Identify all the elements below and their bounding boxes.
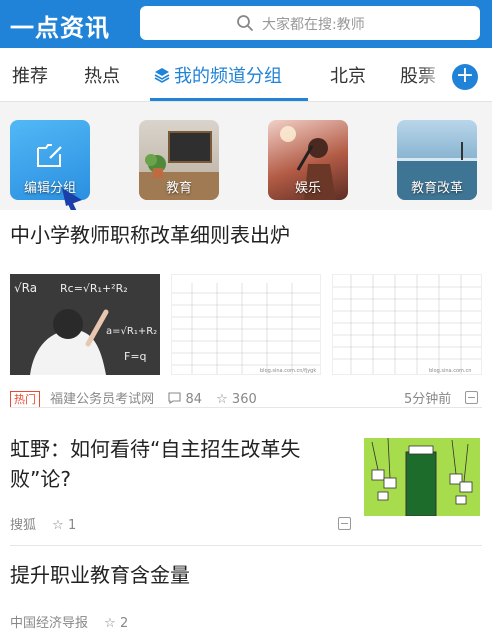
search-placeholder: 大家都在搜:教师 bbox=[262, 17, 365, 33]
app-logo: 一点资讯 bbox=[10, 14, 110, 42]
article-thumbnail: blog.sina.com.cn/fjygk bbox=[171, 274, 321, 375]
article-thumbnail: blog.sina.com.cn bbox=[332, 274, 482, 375]
article-title[interactable]: 提升职业教育含金量 bbox=[10, 560, 190, 590]
tab-fade bbox=[420, 48, 454, 100]
thumb-formula: Rc=√R₁+²R₂ bbox=[60, 282, 128, 295]
search-bar[interactable]: 大家都在搜:教师 bbox=[140, 6, 480, 40]
tile-label: 教育 bbox=[165, 181, 192, 196]
blackboard-image: √Ra Rc=√R₁+²R₂ F=q a=√R₁+R₂ bbox=[10, 274, 160, 375]
tab-beijing[interactable]: 北京 bbox=[330, 62, 366, 88]
tile-label: 娱乐 bbox=[294, 181, 321, 196]
article-source[interactable]: 搜狐 bbox=[10, 518, 36, 533]
star-icon: ☆ bbox=[216, 392, 228, 407]
add-channel-button[interactable]: + bbox=[452, 64, 478, 90]
table-image: blog.sina.com.cn/fjygk bbox=[172, 283, 320, 374]
article-meta: 中国经济导报 ☆ 2 bbox=[10, 612, 128, 631]
dismiss-button[interactable] bbox=[338, 517, 351, 530]
channel-tile-education[interactable]: 教育 bbox=[139, 120, 219, 200]
comment-icon bbox=[168, 392, 181, 405]
thumb-formula: a=√R₁+R₂ bbox=[106, 326, 157, 337]
channel-tabs: 推荐 热点 我的频道分组 北京 股票 bbox=[0, 48, 492, 102]
thumb-formula: √Ra bbox=[14, 281, 37, 295]
article-meta: 搜狐 ☆ 1 bbox=[10, 514, 76, 533]
article-source[interactable]: 福建公务员考试网 bbox=[50, 392, 154, 407]
article-time: 5分钟前 bbox=[404, 392, 452, 407]
article-title[interactable]: 中小学教师职称改革细则表出炉 bbox=[10, 220, 290, 250]
cartoon-image bbox=[364, 438, 480, 516]
search-icon bbox=[237, 15, 253, 31]
thumb-watermark: blog.sina.com.cn bbox=[429, 368, 471, 374]
article-thumbnail: √Ra Rc=√R₁+²R₂ F=q a=√R₁+R₂ bbox=[10, 274, 160, 375]
tab-label: 我的频道分组 bbox=[174, 66, 282, 87]
tab-hot[interactable]: 热点 bbox=[84, 62, 120, 88]
tab-recommend[interactable]: 推荐 bbox=[12, 62, 48, 88]
star-icon: ☆ bbox=[52, 518, 64, 533]
like-count: 360 bbox=[231, 392, 257, 407]
article-card[interactable]: 中小学教师职称改革细则表出炉 √Ra Rc=√R₁+²R₂ F=q a=√R₁+… bbox=[0, 210, 492, 408]
article-thumbnail bbox=[364, 438, 480, 516]
channel-tile-entertainment[interactable]: 娱乐 bbox=[268, 120, 348, 200]
top-bar: 一点资讯 大家都在搜:教师 bbox=[0, 0, 492, 48]
article-source[interactable]: 中国经济导报 bbox=[10, 616, 88, 631]
thumb-watermark: blog.sina.com.cn/fjygk bbox=[260, 368, 316, 374]
edit-folder-icon bbox=[37, 144, 62, 167]
dismiss-button[interactable] bbox=[465, 391, 478, 404]
article-title[interactable]: 虹野：如何看待“自主招生改革失败”论? bbox=[10, 434, 350, 494]
comment-count: 84 bbox=[185, 392, 202, 407]
star-icon: ☆ bbox=[104, 616, 116, 631]
article-card[interactable]: 虹野：如何看待“自主招生改革失败”论? 搜狐 ☆ 1 bbox=[0, 408, 492, 546]
tab-my-channel-groups[interactable]: 我的频道分组 bbox=[154, 62, 282, 88]
thumb-formula: F=q bbox=[124, 350, 147, 363]
table-image: blog.sina.com.cn bbox=[333, 275, 481, 374]
like-count: 2 bbox=[119, 616, 129, 631]
hot-badge: 热门 bbox=[10, 391, 40, 408]
channel-tile-education-reform[interactable]: 教育改革 bbox=[397, 120, 477, 200]
article-card[interactable]: 提升职业教育含金量 中国经济导报 ☆ 2 bbox=[0, 546, 492, 644]
tile-label: 教育改革 bbox=[410, 181, 463, 196]
article-meta: 热门 福建公务员考试网 84 ☆ 360 bbox=[10, 388, 257, 408]
active-tab-indicator bbox=[150, 98, 308, 101]
like-count: 1 bbox=[67, 518, 77, 533]
layers-icon bbox=[154, 68, 170, 83]
